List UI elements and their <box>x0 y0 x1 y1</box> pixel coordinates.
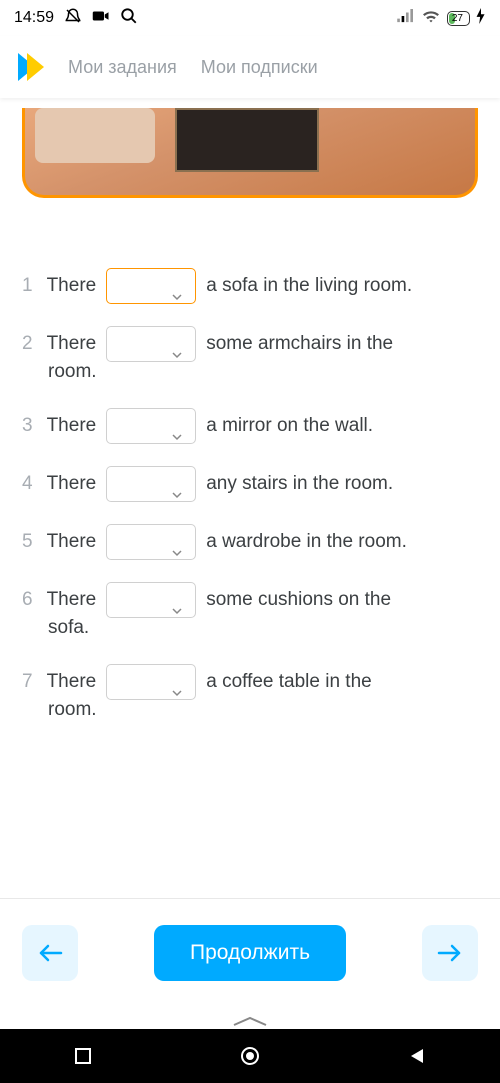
footer-nav: Продолжить <box>0 899 500 1007</box>
search-icon <box>120 7 138 30</box>
chevron-down-icon <box>171 478 183 490</box>
answer-dropdown[interactable] <box>106 408 196 444</box>
question-prefix: There <box>47 466 97 502</box>
exercise-image <box>22 108 478 198</box>
question-number: 3 <box>22 408 33 444</box>
answer-dropdown[interactable] <box>106 524 196 560</box>
question-suffix: a coffee table in the <box>206 664 372 700</box>
question-row: 2 There some armchairs in theroom. <box>22 326 478 386</box>
answer-dropdown[interactable] <box>106 582 196 618</box>
status-time: 14:59 <box>14 9 54 27</box>
chevron-down-icon <box>171 536 183 548</box>
question-suffix: some cushions on the <box>206 582 391 618</box>
question-prefix: There <box>47 664 97 700</box>
app-logo[interactable] <box>18 53 44 81</box>
question-number: 6 <box>22 582 33 618</box>
question-row: 7 There a coffee table in theroom. <box>22 664 478 724</box>
system-nav <box>0 1029 500 1083</box>
app-header: Мои задания Мои подписки <box>0 36 500 98</box>
nav-my-subscriptions[interactable]: Мои подписки <box>201 57 318 78</box>
question-number: 2 <box>22 326 33 362</box>
prev-button[interactable] <box>22 925 78 981</box>
question-prefix: There <box>47 326 97 362</box>
chevron-down-icon <box>171 338 183 350</box>
chevron-down-icon <box>171 420 183 432</box>
wifi-icon <box>421 8 441 29</box>
content-area: 1Therea sofa in the living room.2Thereso… <box>0 98 500 888</box>
charging-icon <box>476 8 486 29</box>
answer-dropdown[interactable] <box>106 268 196 304</box>
chevron-down-icon <box>171 676 183 688</box>
question-suffix: some armchairs in the <box>206 326 393 362</box>
chevron-down-icon <box>171 594 183 606</box>
question-row: 3 There a mirror on the wall. <box>22 408 478 444</box>
signal-icon <box>397 9 415 28</box>
question-suffix-wrap: room. <box>22 358 478 386</box>
question-suffix-wrap: sofa. <box>22 614 478 642</box>
question-row: 6 There some cushions on thesofa. <box>22 582 478 642</box>
question-row: 5 There a wardrobe in the room. <box>22 524 478 560</box>
question-row: 4 There any stairs in the room. <box>22 466 478 502</box>
question-suffix: a wardrobe in the room. <box>206 524 407 560</box>
questions-list: 1Therea sofa in the living room.2Thereso… <box>22 268 478 724</box>
question-number: 1 <box>22 268 33 304</box>
chevron-down-icon <box>171 280 183 292</box>
question-suffix-wrap: room. <box>22 696 478 724</box>
question-number: 5 <box>22 524 33 560</box>
question-prefix: There <box>47 524 97 560</box>
home-button[interactable] <box>237 1043 263 1069</box>
continue-button[interactable]: Продолжить <box>154 925 346 981</box>
drawer-handle[interactable] <box>0 1007 500 1029</box>
answer-dropdown[interactable] <box>106 466 196 502</box>
answer-dropdown[interactable] <box>106 664 196 700</box>
back-button[interactable] <box>404 1043 430 1069</box>
nav-my-tasks[interactable]: Мои задания <box>68 57 177 78</box>
question-number: 4 <box>22 466 33 502</box>
question-prefix: There <box>47 408 97 444</box>
question-suffix: a mirror on the wall. <box>206 408 373 444</box>
recent-apps-button[interactable] <box>70 1043 96 1069</box>
question-prefix: There <box>47 268 97 304</box>
question-row: 1 There a sofa in the living room. <box>22 268 478 304</box>
question-number: 7 <box>22 664 33 700</box>
mute-icon <box>64 7 82 30</box>
question-suffix: any stairs in the room. <box>206 466 393 502</box>
battery-indicator: 27 <box>447 11 470 26</box>
camera-icon <box>92 9 110 28</box>
answer-dropdown[interactable] <box>106 326 196 362</box>
question-prefix: There <box>47 582 97 618</box>
next-button[interactable] <box>422 925 478 981</box>
question-suffix: a sofa in the living room. <box>206 268 412 304</box>
status-bar: 14:59 27 <box>0 0 500 36</box>
